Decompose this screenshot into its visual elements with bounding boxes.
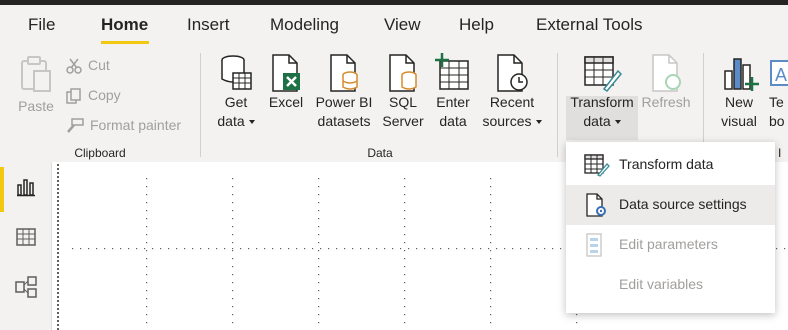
group-divider: [557, 53, 558, 157]
recent-label-1: Recent: [489, 94, 535, 110]
data-view-button[interactable]: [0, 217, 51, 257]
insert-group-label: I: [778, 146, 782, 160]
transform-data-icon: [584, 56, 622, 93]
enter-data-table-icon: [435, 53, 469, 90]
active-tab-indicator: [101, 41, 149, 44]
menu-item-transform-data[interactable]: Transform data: [566, 145, 775, 185]
database-table-icon: [221, 55, 252, 90]
menu-item-label: Edit parameters: [619, 236, 718, 252]
tab-view[interactable]: View: [384, 15, 421, 35]
tab-modeling[interactable]: Modeling: [270, 15, 339, 35]
get-data-button[interactable]: Get data: [210, 53, 262, 131]
power-bi-dataset-icon: [330, 54, 358, 92]
text-box-label-1: Te: [769, 94, 784, 110]
menu-item-edit-parameters[interactable]: Edit parameters: [566, 225, 775, 265]
enter-data-label-2: data: [439, 113, 467, 129]
get-data-label-1: Get: [224, 94, 248, 110]
sql-server-icon: [389, 54, 417, 92]
recent-sources-icon: [497, 54, 528, 92]
power-bi-label-2: datasets: [317, 113, 371, 129]
menu-item-label: Data source settings: [619, 196, 747, 212]
new-visual-label-2: visual: [721, 113, 757, 129]
menu-item-label: Edit variables: [619, 276, 704, 292]
report-view-button[interactable]: [0, 167, 51, 207]
text-box-button[interactable]: A Te bo: [769, 53, 788, 131]
sql-label-1: SQL: [388, 94, 417, 110]
new-visual-icon: [724, 58, 759, 91]
format-painter-button[interactable]: Format painter: [66, 113, 181, 137]
transform-label-2: data: [583, 113, 611, 129]
chevron-down-icon: [535, 120, 542, 125]
recent-sources-button[interactable]: Recent sources: [479, 53, 545, 131]
tab-external-tools[interactable]: External Tools: [536, 15, 642, 35]
text-box-label-2: bo: [769, 113, 785, 129]
refresh-button[interactable]: Refresh: [640, 53, 692, 112]
excel-label: Excel: [268, 94, 304, 110]
tab-file[interactable]: File: [28, 15, 55, 35]
menu-item-label: Transform data: [619, 156, 714, 172]
enter-data-button[interactable]: Enter data: [431, 53, 475, 131]
chevron-down-icon: [614, 120, 621, 125]
power-bi-datasets-button[interactable]: Power BI datasets: [312, 53, 376, 131]
enter-data-label-1: Enter: [436, 94, 470, 110]
copy-icon: [66, 88, 81, 105]
model-view-button[interactable]: [0, 267, 51, 307]
sql-server-button[interactable]: SQL Server: [380, 53, 426, 131]
transform-data-icon: [584, 154, 610, 177]
get-data-label-2: data: [217, 113, 245, 129]
tab-help[interactable]: Help: [459, 15, 494, 35]
tab-insert[interactable]: Insert: [187, 15, 230, 35]
tab-home[interactable]: Home: [101, 15, 148, 35]
group-divider: [200, 53, 201, 157]
cut-button[interactable]: Cut: [66, 53, 110, 77]
refresh-label: Refresh: [641, 94, 691, 110]
excel-icon: [272, 54, 300, 92]
ribbon-tabs: File Home Insert Modeling View Help Exte…: [0, 5, 788, 45]
edit-parameters-icon: [586, 233, 602, 257]
report-view-icon: [16, 179, 35, 197]
menu-item-edit-variables[interactable]: Edit variables: [566, 265, 775, 305]
format-painter-icon: [67, 118, 84, 134]
cut-icon: [66, 58, 82, 75]
new-visual-button[interactable]: New visual: [712, 53, 766, 131]
cut-label: Cut: [88, 57, 110, 73]
format-painter-label: Format painter: [90, 117, 182, 133]
view-switcher-rail: [0, 162, 52, 330]
menu-item-data-source-settings[interactable]: Data source settings: [566, 185, 775, 225]
transform-label-1: Transform: [570, 94, 634, 110]
transform-data-menu: Transform data Data source settings Edit…: [566, 142, 775, 313]
copy-label: Copy: [88, 87, 121, 103]
paste-icon: [21, 56, 51, 92]
paste-button[interactable]: Paste: [14, 55, 58, 116]
active-view-indicator: [0, 167, 4, 212]
chevron-down-icon: [248, 120, 255, 125]
recent-label-2: sources: [482, 113, 532, 129]
page-boundary: [57, 164, 60, 330]
new-visual-label-1: New: [724, 94, 753, 110]
transform-data-button[interactable]: Transform data: [566, 53, 638, 131]
clipboard-group-label: Clipboard: [74, 146, 126, 160]
paste-label: Paste: [18, 98, 54, 114]
data-group-label: Data: [367, 146, 393, 160]
sql-label-2: Server: [382, 113, 424, 129]
refresh-icon: [652, 54, 681, 92]
text-box-icon: A: [770, 60, 788, 86]
copy-button[interactable]: Copy: [66, 83, 121, 107]
power-bi-label-1: Power BI: [315, 94, 373, 110]
svg-text:A: A: [775, 65, 787, 85]
excel-button[interactable]: Excel: [266, 53, 306, 112]
model-view-icon: [14, 276, 37, 298]
data-view-icon: [15, 228, 36, 246]
data-source-settings-icon: [586, 193, 606, 217]
